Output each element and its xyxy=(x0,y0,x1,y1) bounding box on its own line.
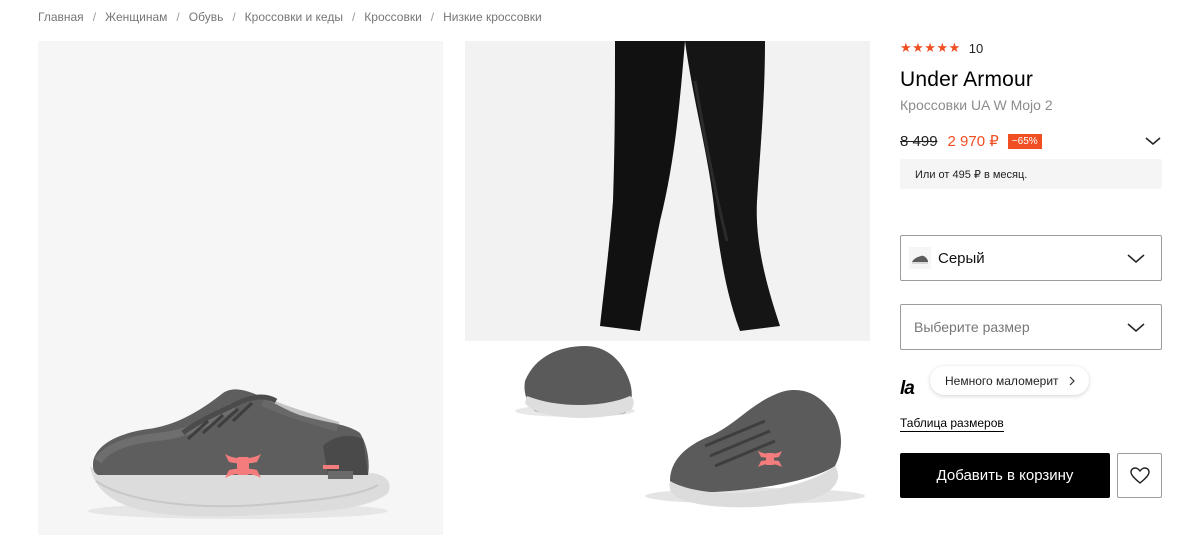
old-price: 8 499 xyxy=(900,132,938,150)
breadcrumb-home[interactable]: Главная xyxy=(38,10,84,24)
color-thumbnail-icon xyxy=(909,247,931,269)
chevron-down-icon[interactable] xyxy=(1144,134,1162,148)
model-legs-image xyxy=(465,41,870,535)
product-title: Кроссовки UA W Mojo 2 xyxy=(900,97,1053,113)
breadcrumb-separator: / xyxy=(92,10,97,24)
new-price: 2 970 ₽ xyxy=(947,133,999,150)
rating[interactable]: ★★★★★ 10 xyxy=(900,40,983,56)
product-photo-worn[interactable] xyxy=(465,41,870,535)
fit-hint: la Немного маломерит xyxy=(900,366,1162,399)
chevron-down-icon xyxy=(1127,323,1145,332)
breadcrumb-women[interactable]: Женщинам xyxy=(105,10,167,24)
breadcrumb-shoes[interactable]: Обувь xyxy=(189,10,224,24)
lamoda-logo: la xyxy=(900,378,915,399)
size-table-link[interactable]: Таблица размеров xyxy=(900,416,1004,432)
color-select-value: Серый xyxy=(938,249,985,267)
chevron-down-icon xyxy=(1127,254,1145,263)
heart-icon xyxy=(1129,466,1150,484)
breadcrumb: Главная / Женщинам / Обувь / Кроссовки и… xyxy=(38,9,542,25)
price-row: 8 499 2 970 ₽ −65% xyxy=(900,132,1162,150)
fit-bubble[interactable]: Немного маломерит xyxy=(930,366,1089,395)
fit-label: Немного маломерит xyxy=(945,373,1059,388)
breadcrumb-separator: / xyxy=(176,10,180,24)
size-select-placeholder: Выберите размер xyxy=(914,319,1030,335)
sneaker-side-image xyxy=(88,389,390,519)
color-select[interactable]: Серый xyxy=(900,235,1162,281)
breadcrumb-sneakers[interactable]: Кроссовки xyxy=(364,10,421,24)
star-rating-icons: ★★★★★ xyxy=(900,40,961,55)
product-photo-side[interactable] xyxy=(38,41,443,535)
breadcrumb-separator: / xyxy=(351,10,356,24)
favorite-button[interactable] xyxy=(1117,453,1162,498)
discount-badge: −65% xyxy=(1007,133,1042,149)
breadcrumb-separator: / xyxy=(232,10,236,24)
breadcrumb-separator: / xyxy=(430,10,435,24)
size-select[interactable]: Выберите размер xyxy=(900,304,1162,350)
add-to-cart-button[interactable]: Добавить в корзину xyxy=(900,453,1110,498)
installment-info: Или от 495 ₽ в месяц. xyxy=(900,159,1162,189)
brand-name[interactable]: Under Armour xyxy=(900,68,1033,92)
chevron-right-icon xyxy=(1069,376,1075,385)
reviews-count: 10 xyxy=(968,40,984,56)
breadcrumb-sneakers-and-keds[interactable]: Кроссовки и кеды xyxy=(245,10,343,24)
breadcrumb-low-sneakers[interactable]: Низкие кроссовки xyxy=(443,10,542,24)
